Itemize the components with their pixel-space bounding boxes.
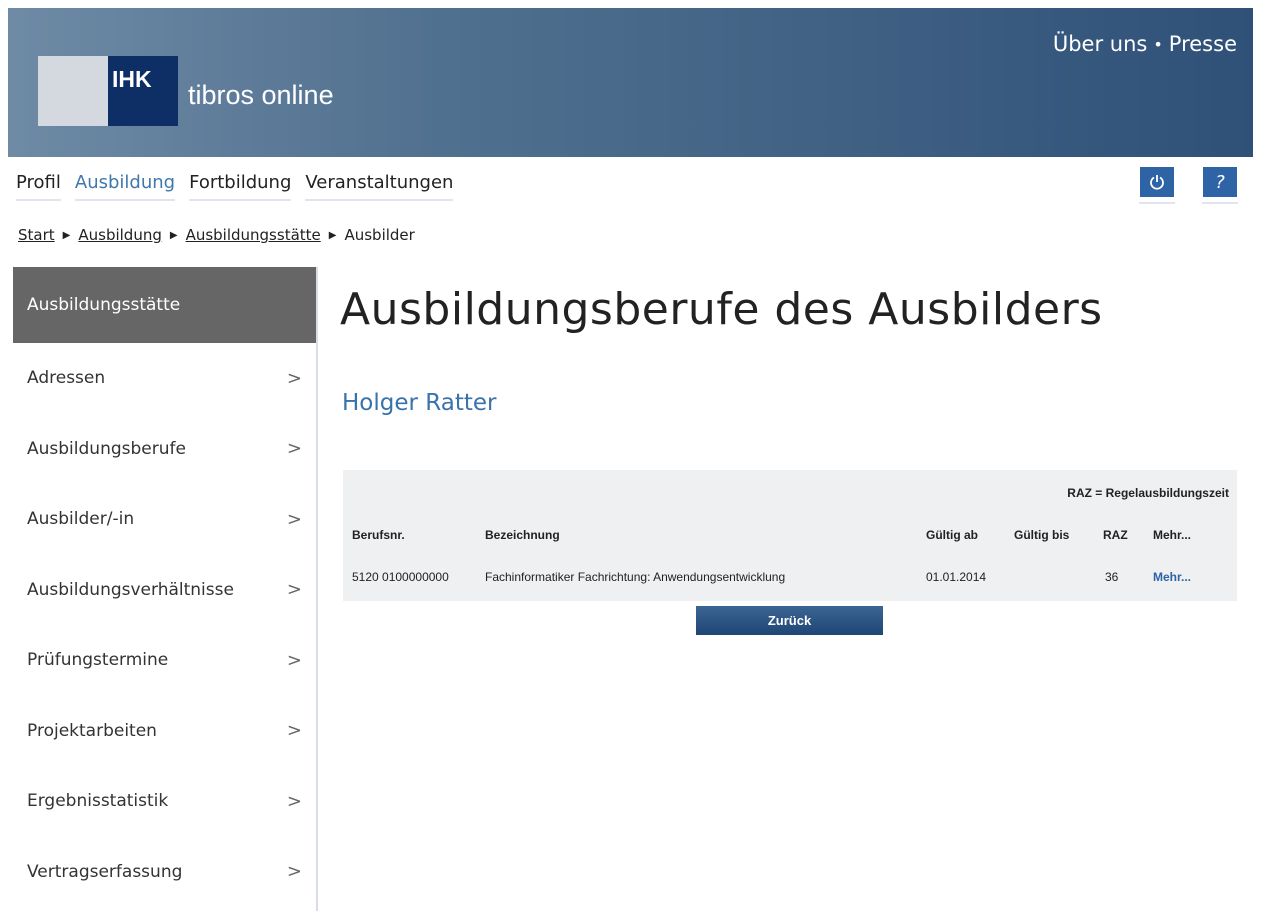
main-nav: Profil Ausbildung Fortbildung Veranstalt… — [16, 172, 467, 201]
site-header: IHK tibros online Über uns • Presse — [8, 8, 1253, 157]
sidebar-item-ausbildungsverhaeltnisse[interactable]: Ausbildungsverhältnisse > — [13, 555, 316, 626]
column-header-berufsnr: Berufsnr. — [352, 528, 405, 542]
chevron-right-icon: > — [286, 720, 302, 742]
sidebar-item-label: Projektarbeiten — [27, 720, 157, 741]
chevron-right-icon: > — [286, 790, 302, 812]
professions-table: RAZ = Regelausbildungszeit Berufsnr. Bez… — [343, 470, 1237, 601]
top-links: Über uns • Presse — [1053, 32, 1237, 56]
sidebar-item-label: Ergebnisstatistik — [27, 791, 169, 812]
logo-ihk-mark: IHK — [108, 56, 178, 126]
sidebar-item-label: Ausbildungsverhältnisse — [27, 579, 234, 600]
chevron-right-icon: > — [286, 861, 302, 883]
sidebar: Ausbildungsstätte Adressen > Ausbildungs… — [13, 267, 318, 911]
breadcrumb-arrow-icon: ▶ — [62, 229, 71, 241]
nav-item-ausbildung[interactable]: Ausbildung — [74, 172, 176, 201]
column-header-gueltig-bis: Gültig bis — [1014, 528, 1070, 542]
help-button[interactable]: ? — [1203, 167, 1237, 197]
breadcrumb-ausbildungsstaette[interactable]: Ausbildungsstätte — [186, 226, 321, 244]
breadcrumb-ausbildung[interactable]: Ausbildung — [78, 226, 162, 244]
help-underline — [1202, 202, 1238, 204]
sidebar-item-projektarbeiten[interactable]: Projektarbeiten > — [13, 696, 316, 767]
cell-raz: 36 — [1105, 570, 1119, 584]
breadcrumb-arrow-icon: ▶ — [169, 229, 178, 241]
chevron-right-icon: > — [286, 508, 302, 530]
press-link[interactable]: Presse — [1169, 32, 1237, 56]
cell-bezeichnung: Fachinformatiker Fachrichtung: Anwendung… — [485, 570, 786, 584]
page-title: Ausbildungsberufe des Ausbilders — [340, 284, 1103, 335]
raz-legend: RAZ = Regelausbildungszeit — [1067, 486, 1229, 500]
chevron-right-icon: > — [286, 367, 302, 389]
sidebar-item-vertragserfassung[interactable]: Vertragserfassung > — [13, 837, 316, 908]
chevron-right-icon: > — [286, 438, 302, 460]
breadcrumb-start[interactable]: Start — [18, 226, 55, 244]
cell-berufsnr: 5120 0100000000 — [352, 570, 449, 584]
logo-light-block — [38, 56, 108, 126]
sidebar-item-label: Prüfungstermine — [27, 650, 169, 671]
sidebar-item-label: Adressen — [27, 368, 106, 389]
link-separator: • — [1153, 34, 1163, 54]
sidebar-item-label: Ausbilder/-in — [27, 509, 135, 530]
chevron-right-icon: > — [286, 649, 302, 671]
chevron-right-icon: > — [286, 579, 302, 601]
column-header-gueltig-ab: Gültig ab — [926, 528, 978, 542]
sidebar-heading[interactable]: Ausbildungsstätte — [13, 267, 316, 343]
help-icon: ? — [1215, 171, 1225, 193]
sidebar-item-ergebnisstatistik[interactable]: Ergebnisstatistik > — [13, 766, 316, 837]
breadcrumb-arrow-icon: ▶ — [328, 229, 337, 241]
app-title: tibros online — [188, 80, 334, 110]
nav-item-profil[interactable]: Profil — [16, 172, 61, 201]
back-button[interactable]: Zurück — [696, 606, 883, 635]
column-header-mehr: Mehr... — [1153, 528, 1192, 542]
logout-underline — [1139, 202, 1175, 204]
breadcrumb-current: Ausbilder — [344, 226, 415, 244]
cell-gueltig-ab: 01.01.2014 — [926, 570, 987, 584]
sidebar-item-adressen[interactable]: Adressen > — [13, 343, 316, 414]
ihk-logo[interactable]: IHK — [38, 56, 178, 126]
column-header-raz: RAZ — [1103, 528, 1128, 542]
breadcrumb: Start ▶ Ausbildung ▶ Ausbildungsstätte ▶… — [18, 226, 415, 244]
sidebar-item-pruefungstermine[interactable]: Prüfungstermine > — [13, 625, 316, 696]
sidebar-item-ausbildungsberufe[interactable]: Ausbildungsberufe > — [13, 414, 316, 485]
sidebar-item-label: Ausbildungsberufe — [27, 438, 186, 459]
trainer-name: Holger Ratter — [342, 390, 497, 416]
logout-button[interactable] — [1140, 167, 1174, 197]
sidebar-item-ausbilder[interactable]: Ausbilder/-in > — [13, 484, 316, 555]
nav-item-fortbildung[interactable]: Fortbildung — [189, 172, 292, 201]
power-icon — [1150, 175, 1164, 190]
nav-item-veranstaltungen[interactable]: Veranstaltungen — [305, 172, 454, 201]
more-link[interactable]: Mehr... — [1153, 570, 1191, 584]
sidebar-item-label: Vertragserfassung — [27, 861, 183, 882]
column-header-bezeichnung: Bezeichnung — [485, 528, 560, 542]
about-link[interactable]: Über uns — [1053, 32, 1148, 56]
